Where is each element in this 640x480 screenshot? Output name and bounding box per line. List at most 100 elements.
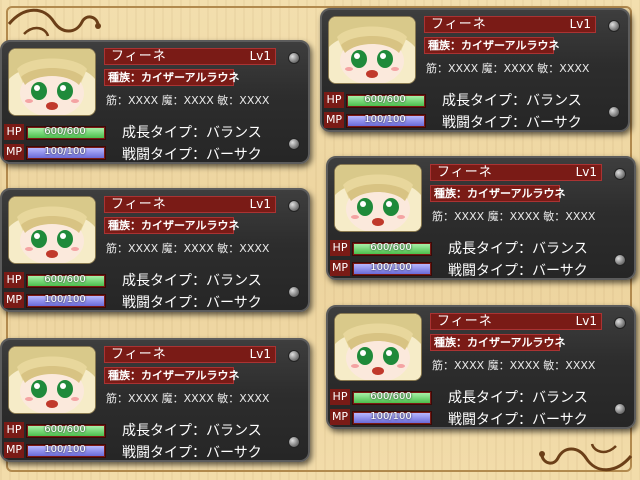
name-plate: フィーネ Lv1 [424,16,596,33]
mp-value: 100/100 [370,411,412,422]
character-portrait [334,164,422,232]
mp-bar: MP 100/100 [330,409,432,425]
screw-icon [288,350,300,362]
hp-value: 600/600 [44,274,86,285]
mp-label: MP [4,144,24,160]
hp-bar: HP 600/600 [4,272,106,288]
mp-value: 100/100 [44,444,86,455]
character-status-card[interactable]: フィーネ Lv1 種族：カイザーアルラウネ 筋：XXXX 魔：XXXX 敏：XX… [0,40,310,164]
screw-icon [614,403,626,415]
attribute-stats: 筋：XXXX 魔：XXXX 敏：XXXX [426,62,590,75]
level-label: Lv1 [249,197,271,211]
mp-label: MP [330,409,350,425]
mp-label: MP [4,442,24,458]
attribute-stats: 筋：XXXX 魔：XXXX 敏：XXXX [432,210,596,223]
name-plate: フィーネ Lv1 [104,196,276,213]
level-label: Lv1 [575,165,597,179]
name-plate: フィーネ Lv1 [104,346,276,363]
battle-type: 戦闘タイプ：バーサク [442,115,582,131]
screw-icon [614,317,626,329]
battle-type: 戦闘タイプ：バーサク [448,412,588,428]
character-status-card[interactable]: フィーネ Lv1 種族：カイザーアルラウネ 筋：XXXX 魔：XXXX 敏：XX… [320,8,630,132]
attribute-stats: 筋：XXXX 魔：XXXX 敏：XXXX [432,359,596,372]
hp-bar: HP 600/600 [330,389,432,405]
hp-bar: HP 600/600 [324,92,426,108]
hp-bar: HP 600/600 [330,240,432,256]
name-plate: フィーネ Lv1 [104,48,276,65]
mp-value: 100/100 [364,114,406,125]
mp-bar: MP 100/100 [4,292,106,308]
character-name: フィーネ [111,347,167,362]
screw-icon [288,436,300,448]
growth-type: 成長タイプ：バランス [122,125,262,141]
character-status-card[interactable]: フィーネ Lv1 種族：カイザーアルラウネ 筋：XXXX 魔：XXXX 敏：XX… [326,156,636,280]
screw-icon [288,138,300,150]
growth-type: 成長タイプ：バランス [448,390,588,406]
attribute-stats: 筋：XXXX 魔：XXXX 敏：XXXX [106,392,270,405]
growth-type: 成長タイプ：バランス [448,241,588,257]
screw-icon [288,286,300,298]
race-label: 種族：カイザーアルラウネ [430,334,565,351]
hp-value: 600/600 [44,424,86,435]
hp-label: HP [4,422,24,438]
hp-value: 600/600 [370,391,412,402]
character-status-card[interactable]: フィーネ Lv1 種族：カイザーアルラウネ 筋：XXXX 魔：XXXX 敏：XX… [0,188,310,312]
name-plate: フィーネ Lv1 [430,164,602,181]
growth-type: 成長タイプ：バランス [442,93,582,109]
hp-label: HP [330,240,350,256]
name-plate: フィーネ Lv1 [430,313,602,330]
character-name: フィーネ [111,49,167,64]
level-label: Lv1 [575,314,597,328]
mp-label: MP [4,292,24,308]
hp-label: HP [324,92,344,108]
hp-label: HP [330,389,350,405]
battle-type: 戦闘タイプ：バーサク [122,147,262,163]
hp-bar: HP 600/600 [4,124,106,140]
corner-ornament-icon [539,443,633,472]
growth-type: 成長タイプ：バランス [122,273,262,289]
character-portrait [8,48,96,116]
hp-value: 600/600 [44,126,86,137]
hp-label: HP [4,124,24,140]
mp-bar: MP 100/100 [4,442,106,458]
hp-bar: HP 600/600 [4,422,106,438]
screw-icon [608,20,620,32]
race-label: 種族：カイザーアルラウネ [104,217,239,234]
race-label: 種族：カイザーアルラウネ [424,37,559,54]
mp-value: 100/100 [44,294,86,305]
character-portrait [8,196,96,264]
mp-value: 100/100 [370,262,412,273]
level-label: Lv1 [249,347,271,361]
race-label: 種族：カイザーアルラウネ [104,69,239,86]
character-status-card[interactable]: フィーネ Lv1 種族：カイザーアルラウネ 筋：XXXX 魔：XXXX 敏：XX… [326,305,636,429]
screw-icon [288,52,300,64]
character-name: フィーネ [437,165,493,180]
screw-icon [288,200,300,212]
screw-icon [614,168,626,180]
character-name: フィーネ [111,197,167,212]
corner-ornament-icon [7,8,101,37]
character-portrait [328,16,416,84]
level-label: Lv1 [249,49,271,63]
screw-icon [608,106,620,118]
hp-label: HP [4,272,24,288]
character-status-card[interactable]: フィーネ Lv1 種族：カイザーアルラウネ 筋：XXXX 魔：XXXX 敏：XX… [0,338,310,462]
level-label: Lv1 [569,17,591,31]
mp-value: 100/100 [44,146,86,157]
race-label: 種族：カイザーアルラウネ [104,367,239,384]
screw-icon [614,254,626,266]
battle-type: 戦闘タイプ：バーサク [448,263,588,279]
attribute-stats: 筋：XXXX 魔：XXXX 敏：XXXX [106,242,270,255]
character-portrait [334,313,422,381]
character-name: フィーネ [437,314,493,329]
character-name: フィーネ [431,17,487,32]
mp-label: MP [330,260,350,276]
race-label: 種族：カイザーアルラウネ [430,185,565,202]
growth-type: 成長タイプ：バランス [122,423,262,439]
battle-type: 戦闘タイプ：バーサク [122,295,262,311]
mp-label: MP [324,112,344,128]
mp-bar: MP 100/100 [330,260,432,276]
hp-value: 600/600 [370,242,412,253]
character-portrait [8,346,96,414]
mp-bar: MP 100/100 [4,144,106,160]
